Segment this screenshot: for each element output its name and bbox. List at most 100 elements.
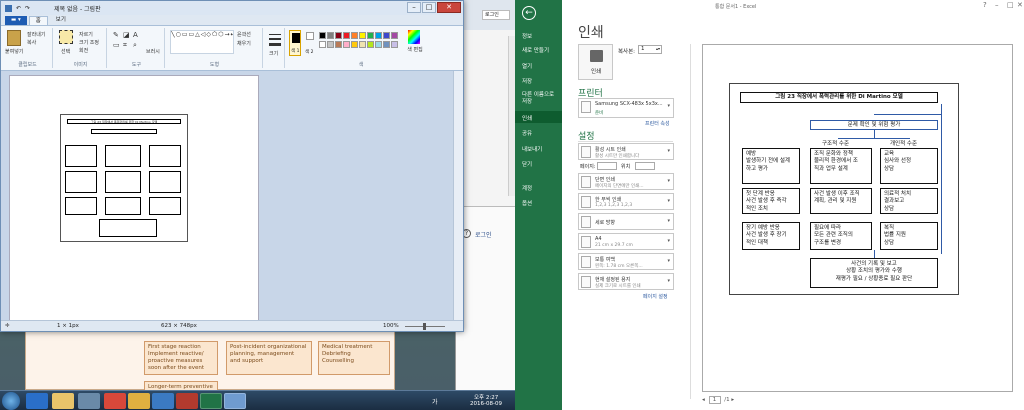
- outline-button[interactable]: 윤곽선: [237, 31, 251, 38]
- prev-page-icon[interactable]: ◂: [702, 397, 705, 403]
- margins-select[interactable]: 보통 여백 왼쪽: 1.78 cm 오른쪽... ▾: [578, 253, 674, 270]
- crop-button[interactable]: 자르기: [79, 31, 93, 38]
- edit-colors-button[interactable]: 색 편집: [405, 46, 425, 53]
- help-button[interactable]: ?: [983, 1, 987, 9]
- color-swatch[interactable]: [383, 41, 390, 48]
- color-swatch[interactable]: [367, 32, 374, 39]
- color-swatch[interactable]: [375, 41, 382, 48]
- nav-options[interactable]: 옵션: [522, 199, 532, 207]
- excel-restore-button[interactable]: □: [1007, 1, 1014, 9]
- color-swatch[interactable]: [383, 32, 390, 39]
- nav-open[interactable]: 열기: [522, 62, 532, 70]
- copies-input[interactable]: 1 ▴▾: [638, 45, 662, 54]
- login-link[interactable]: 로그인: [475, 230, 492, 239]
- magnifier-icon[interactable]: ⌕: [133, 41, 137, 50]
- print-button[interactable]: 인쇄: [578, 44, 613, 80]
- orientation-select[interactable]: 세로 방향 ▾: [578, 213, 674, 230]
- nav-export[interactable]: 내보내기: [522, 145, 542, 153]
- paint-window[interactable]: ↶ ↷ 제목 없음 - 그림판 – □ ✕ ▬ ▾ 홈 보기 붙여넣기 잘라내기…: [0, 0, 464, 332]
- color-swatch[interactable]: [319, 41, 326, 48]
- app-icon[interactable]: [152, 393, 174, 409]
- color-swatch[interactable]: [319, 32, 326, 39]
- collate-select[interactable]: 한 부씩 인쇄 1,2,3 1,2,3 1,2,3 ▾: [578, 193, 674, 210]
- tab-view[interactable]: 보기: [50, 16, 72, 25]
- pages-to-input[interactable]: [635, 162, 655, 170]
- start-button[interactable]: [2, 392, 20, 410]
- browser-tab[interactable]: 로그인: [482, 10, 510, 20]
- color-swatch[interactable]: [335, 32, 342, 39]
- print-what-select[interactable]: 활성 시트 인쇄 활성 시트만 인쇄합니다 ▾: [578, 143, 674, 160]
- nav-save-as[interactable]: 다른 이름으로 저장: [522, 92, 560, 106]
- minimize-button[interactable]: –: [407, 2, 421, 13]
- vertical-scrollbar[interactable]: [453, 71, 463, 321]
- page-number-input[interactable]: 1: [708, 396, 721, 404]
- nav-account[interactable]: 계정: [522, 184, 532, 192]
- acrobat-icon[interactable]: [176, 393, 198, 409]
- eraser-icon[interactable]: ▭: [113, 41, 120, 49]
- excel-minimize-button[interactable]: –: [995, 1, 999, 9]
- color-swatch[interactable]: [351, 32, 358, 39]
- save-icon[interactable]: [5, 4, 12, 12]
- select-button[interactable]: 선택: [61, 48, 70, 55]
- paint-canvas[interactable]: 그림 23 직장에서 폭력관리를 위한 Di Martino 모델: [9, 75, 259, 321]
- tab-home[interactable]: 홈: [28, 16, 48, 25]
- folder-icon[interactable]: [128, 393, 150, 409]
- copy-button[interactable]: 복사: [27, 39, 36, 46]
- pages-from-input[interactable]: [597, 162, 617, 170]
- file-menu-button[interactable]: ▬ ▾: [5, 16, 27, 25]
- ie-icon[interactable]: [26, 393, 48, 409]
- color-swatch[interactable]: [343, 32, 350, 39]
- excel-window[interactable]: ← 정보 새로 만들기 열기 저장 다른 이름으로 저장 인쇄 공유 내보내기 …: [515, 0, 1024, 410]
- rotate-button[interactable]: 회전: [79, 47, 88, 54]
- color-swatch[interactable]: [351, 41, 358, 48]
- media-icon[interactable]: [78, 393, 100, 409]
- printer-properties-link[interactable]: 프린터 속성: [645, 120, 670, 127]
- redo-icon[interactable]: ↷: [25, 5, 30, 12]
- excel-taskbar-icon[interactable]: [200, 393, 222, 409]
- nav-print[interactable]: 인쇄: [522, 114, 532, 122]
- nav-save[interactable]: 저장: [522, 77, 532, 85]
- cut-button[interactable]: 잘라내기: [27, 31, 45, 38]
- shapes-gallery[interactable]: ╲○▭▭△◁◇⬠⬡→←↑↓✦☆✶◯▢◖◗: [170, 30, 234, 54]
- zoom-slider-thumb[interactable]: [423, 323, 426, 330]
- color-swatch[interactable]: [335, 41, 342, 48]
- color-swatch[interactable]: [343, 41, 350, 48]
- background-browser-window[interactable]: 로그인 ? 로그인: [455, 0, 516, 390]
- color-swatch[interactable]: [391, 32, 398, 39]
- chrome-icon[interactable]: [104, 393, 126, 409]
- printer-select[interactable]: Samsung SCX-483x 5x3x... 준비 ▾: [578, 98, 674, 118]
- edit-colors-icon[interactable]: [408, 30, 420, 44]
- text-icon[interactable]: A: [133, 31, 138, 39]
- spinner-icon[interactable]: ▴▾: [656, 46, 660, 51]
- color-picker-icon[interactable]: ⌗: [123, 41, 127, 50]
- paint-taskbar-icon[interactable]: [224, 393, 246, 409]
- color-swatch[interactable]: [359, 32, 366, 39]
- paint-titlebar[interactable]: ↶ ↷ 제목 없음 - 그림판 – □ ✕: [1, 1, 463, 15]
- size-button[interactable]: 크기: [269, 50, 278, 57]
- fill-button[interactable]: 채우기: [237, 40, 251, 47]
- maximize-button[interactable]: □: [422, 2, 436, 13]
- next-page-icon[interactable]: ▸: [731, 397, 734, 403]
- color-swatch[interactable]: [375, 32, 382, 39]
- explorer-icon[interactable]: [52, 393, 74, 409]
- color-swatch[interactable]: [327, 41, 334, 48]
- page-setup-link[interactable]: 페이지 설정: [643, 293, 668, 300]
- nav-share[interactable]: 공유: [522, 129, 532, 137]
- color-swatch[interactable]: [391, 41, 398, 48]
- color-palette[interactable]: [319, 32, 403, 52]
- nav-new[interactable]: 새로 만들기: [522, 46, 549, 54]
- ime-indicator[interactable]: 가: [432, 397, 438, 406]
- excel-close-button[interactable]: ✕: [1017, 1, 1023, 9]
- close-button[interactable]: ✕: [437, 2, 461, 13]
- paper-size-select[interactable]: A4 21 cm x 29.7 cm ▾: [578, 233, 674, 250]
- pencil-icon[interactable]: ✎: [113, 31, 119, 39]
- color2-button[interactable]: 색 2: [304, 30, 316, 56]
- undo-icon[interactable]: ↶: [16, 5, 21, 12]
- resize-button[interactable]: 크기 조정: [79, 39, 99, 46]
- canvas-area[interactable]: 그림 23 직장에서 폭력관리를 위한 Di Martino 모델: [1, 71, 463, 321]
- paste-icon[interactable]: [7, 30, 21, 46]
- scaling-select[interactable]: 현재 설정된 용지 실제 크기로 시트를 인쇄 ▾: [578, 273, 674, 290]
- select-icon[interactable]: [59, 30, 73, 44]
- color-swatch[interactable]: [359, 41, 366, 48]
- nav-info[interactable]: 정보: [522, 32, 532, 40]
